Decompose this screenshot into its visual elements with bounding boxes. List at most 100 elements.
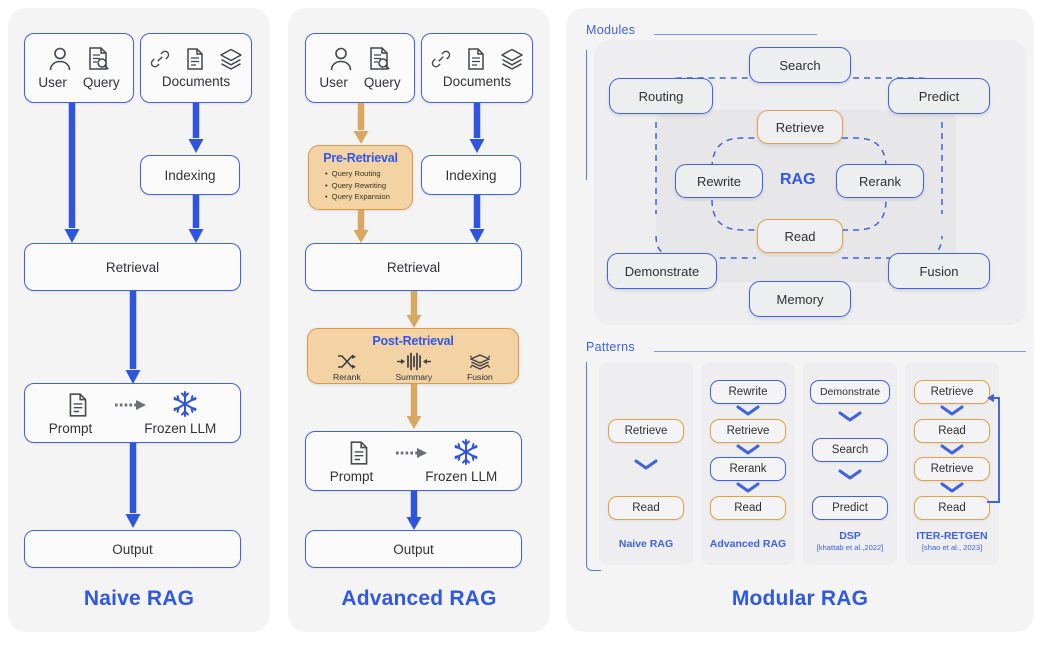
node-prompt-frozen-llm[interactable]: Prompt Frozen LLM — [24, 383, 241, 443]
panel-title-naive-rag: Naive RAG — [83, 587, 195, 610]
module-fusion[interactable]: Fusion — [888, 253, 990, 289]
arrow-indexing-to-retrieval-advanced — [469, 195, 485, 244]
label-rerank: Rerank — [859, 173, 901, 189]
prompt-document-icon — [348, 440, 370, 466]
user-icon — [329, 46, 353, 72]
pattern-feedback-loop-arrow — [987, 393, 1000, 503]
icon-row — [67, 390, 199, 418]
module-rerank[interactable]: Rerank — [836, 164, 924, 198]
label-user: User — [319, 75, 348, 90]
label-query: Query — [363, 75, 401, 90]
pattern-step-retrieve[interactable]: Retrieve — [914, 457, 990, 481]
node-retrieval[interactable]: Retrieval — [24, 243, 241, 291]
module-retrieve[interactable]: Retrieve — [757, 110, 843, 144]
node-user-query-advanced[interactable]: User Query — [305, 33, 415, 103]
module-memory[interactable]: Memory — [749, 281, 851, 317]
module-demonstrate[interactable]: Demonstrate — [607, 253, 717, 289]
pattern-chevron — [939, 443, 965, 456]
node-output-advanced[interactable]: Output — [305, 530, 522, 568]
label-indexing: Indexing — [164, 167, 216, 183]
label-indexing: Indexing — [445, 167, 497, 183]
label-step: Retrieve — [930, 386, 974, 398]
arrow-documents-to-indexing-advanced — [469, 103, 485, 154]
module-routing[interactable]: Routing — [609, 78, 713, 114]
pattern-step-retrieve[interactable]: Retrieve — [914, 380, 990, 404]
section-label-patterns: Patterns — [586, 340, 635, 354]
pre-retrieval-box[interactable]: Pre-Retrieval Query Routing Query Rewrit… — [308, 145, 413, 210]
pre-retrieval-item: Query Rewriting — [325, 180, 412, 192]
label-rewrite: Rewrite — [696, 173, 742, 189]
label-step: Read — [734, 502, 762, 514]
rag-core-label: RAG — [780, 171, 816, 188]
post-retrieval-box[interactable]: Post-Retrieval Rerank Summary Fusion — [307, 328, 519, 384]
arrow-user-to-retrieval — [64, 103, 80, 244]
label-step: Retrieve — [726, 425, 770, 437]
label-step: Read — [938, 502, 966, 514]
arrow-user-to-pre-retrieval — [353, 103, 369, 145]
node-indexing[interactable]: Indexing — [140, 155, 240, 195]
label-demonstrate: Demonstrate — [624, 263, 700, 279]
node-retrieval-advanced[interactable]: Retrieval — [305, 243, 522, 291]
module-rewrite[interactable]: Rewrite — [675, 164, 763, 198]
shuffle-icon — [335, 352, 359, 371]
node-documents[interactable]: Documents — [140, 33, 252, 103]
label-frozen-llm: Frozen LLM — [425, 469, 498, 484]
module-predict[interactable]: Predict — [888, 78, 990, 114]
snowflake-icon — [171, 390, 199, 418]
section-rule-patterns — [654, 351, 1026, 353]
label-search: Search — [779, 57, 821, 73]
module-read[interactable]: Read — [757, 219, 843, 253]
label-step: Rewrite — [728, 386, 768, 398]
pattern-step-read[interactable]: Read — [710, 496, 786, 520]
module-search[interactable]: Search — [749, 47, 851, 83]
node-documents-advanced[interactable]: Documents — [421, 33, 533, 103]
label-routing: Routing — [638, 88, 684, 104]
icon-caption-row: Prompt Frozen LLM — [49, 421, 217, 436]
icon-row — [329, 46, 391, 72]
node-user-query[interactable]: User Query — [24, 33, 134, 103]
pattern-caption-naive-rag: Naive RAG — [618, 538, 674, 550]
label-user: User — [38, 75, 67, 90]
snowflake-icon — [452, 438, 480, 466]
label-step: Demonstrate — [819, 386, 881, 398]
pattern-chevron — [837, 410, 863, 423]
pattern-step-retrieve[interactable]: Retrieve — [608, 419, 684, 443]
pattern-step-demonstrate[interactable]: Demonstrate — [810, 380, 890, 404]
label-step: Read — [938, 425, 966, 437]
diagram-canvas: User Query Documents Indexing Retrieval … — [0, 0, 1042, 645]
icon-row — [430, 47, 524, 71]
layers-icon — [500, 47, 524, 71]
label-output: Output — [393, 541, 434, 557]
label-fusion: Fusion — [919, 263, 959, 279]
pattern-step-search[interactable]: Search — [812, 438, 888, 462]
pattern-step-rerank[interactable]: Rerank — [710, 457, 786, 481]
label-query: Query — [82, 75, 120, 90]
dashed-arrow-icon — [394, 440, 428, 466]
arrow-documents-to-indexing — [188, 103, 204, 154]
document-icon — [185, 47, 205, 71]
pattern-step-read[interactable]: Read — [914, 419, 990, 443]
icon-row — [149, 47, 243, 71]
label-retrieve: Retrieve — [775, 119, 825, 135]
pattern-step-rewrite[interactable]: Rewrite — [710, 380, 786, 404]
label-summary: Summary — [395, 372, 433, 382]
label-documents: Documents — [161, 74, 231, 89]
node-prompt-frozen-llm-advanced[interactable]: Prompt Frozen LLM — [305, 431, 522, 491]
pre-retrieval-title: Pre-Retrieval — [323, 151, 398, 165]
pattern-caption-dsp: DSP — [839, 530, 861, 542]
node-indexing-advanced[interactable]: Indexing — [421, 155, 521, 195]
section-rule-modules — [654, 34, 817, 36]
pattern-step-read[interactable]: Read — [608, 496, 684, 520]
pattern-chevron — [939, 481, 965, 494]
pre-retrieval-item: Query Routing — [325, 168, 412, 180]
label-step: Retrieve — [930, 463, 974, 475]
pattern-step-predict[interactable]: Predict — [812, 496, 888, 520]
pattern-citation-dsp: [khattab et al.,2022] — [816, 543, 884, 552]
pattern-step-read[interactable]: Read — [914, 496, 990, 520]
label-step: Retrieve — [624, 425, 668, 437]
pattern-step-retrieve[interactable]: Retrieve — [710, 419, 786, 443]
node-output[interactable]: Output — [24, 530, 241, 568]
arrow-pre-retrieval-to-retrieval — [353, 210, 369, 244]
label-output: Output — [112, 541, 153, 557]
arrow-post-retrieval-to-prompt — [406, 384, 422, 430]
